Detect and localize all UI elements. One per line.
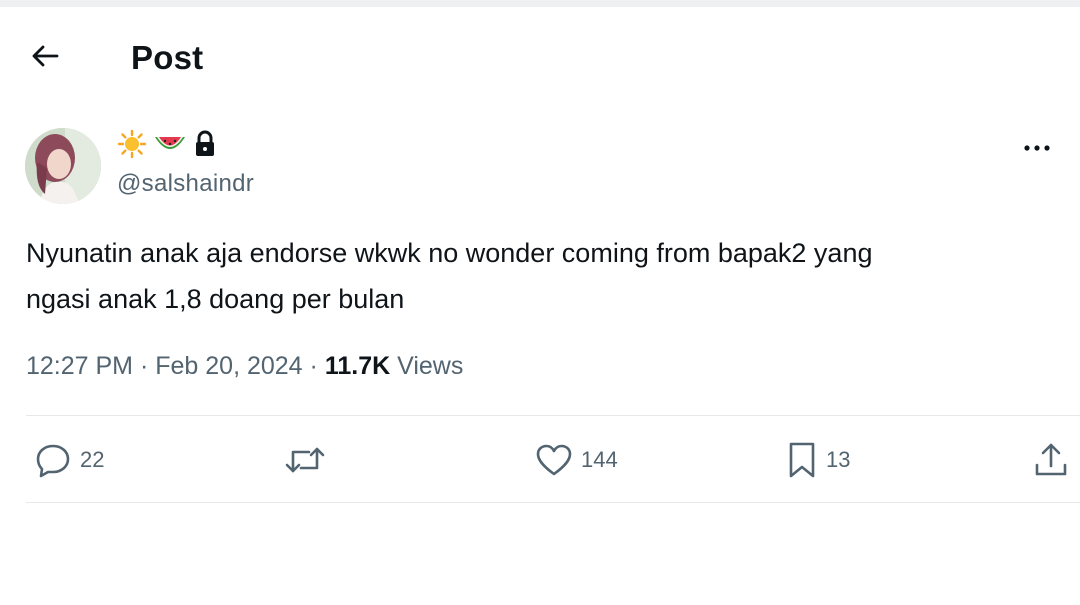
avatar[interactable] (25, 128, 101, 204)
arrow-left-icon (30, 44, 60, 73)
lock-icon (193, 130, 217, 165)
more-button[interactable] (1019, 136, 1055, 160)
repost-button[interactable] (283, 440, 335, 480)
bookmark-count: 13 (826, 447, 851, 472)
meta-separator: · (309, 352, 318, 380)
top-strip (0, 0, 1080, 7)
tweet-date[interactable]: Feb 20, 2024 (155, 352, 302, 380)
divider (26, 502, 1080, 503)
views-label: Views (397, 352, 464, 380)
repost-icon (283, 443, 327, 477)
reply-button[interactable]: 22 (34, 440, 104, 480)
tweet-meta: 12:27 PM · Feb 20, 2024 · 11.7K Views (26, 348, 463, 384)
sun-emoji-icon (117, 129, 147, 166)
user-handle[interactable]: @salshaindr (117, 170, 254, 198)
share-icon (1032, 441, 1070, 479)
post-header: Post (0, 28, 1080, 88)
divider (26, 415, 1080, 416)
like-count: 144 (581, 447, 618, 472)
watermelon-emoji-icon (153, 131, 187, 164)
reply-icon (34, 442, 72, 478)
tweet-text: Nyunatin anak aja endorse wkwk no wonder… (26, 230, 1066, 322)
page-title: Post (131, 39, 204, 76)
tweet-time[interactable]: 12:27 PM (26, 352, 133, 380)
author-row: @salshaindr (25, 126, 1055, 206)
heart-icon (535, 443, 573, 477)
reply-count: 22 (80, 447, 105, 472)
views-count: 11.7K (324, 352, 391, 380)
action-bar: 22 144 13 (0, 436, 1080, 486)
share-button[interactable] (1032, 440, 1070, 480)
more-dots-icon (1022, 139, 1052, 157)
bookmark-icon (786, 441, 818, 479)
display-name[interactable] (117, 129, 217, 165)
like-button[interactable]: 144 (535, 440, 618, 480)
bookmark-button[interactable]: 13 (786, 440, 850, 480)
back-button[interactable] (24, 40, 66, 76)
meta-separator: · (139, 352, 149, 380)
tweet-text-line: Nyunatin anak aja endorse wkwk no wonder… (26, 238, 873, 268)
tweet-text-line: ngasi anak 1,8 doang per bulan (26, 284, 405, 314)
